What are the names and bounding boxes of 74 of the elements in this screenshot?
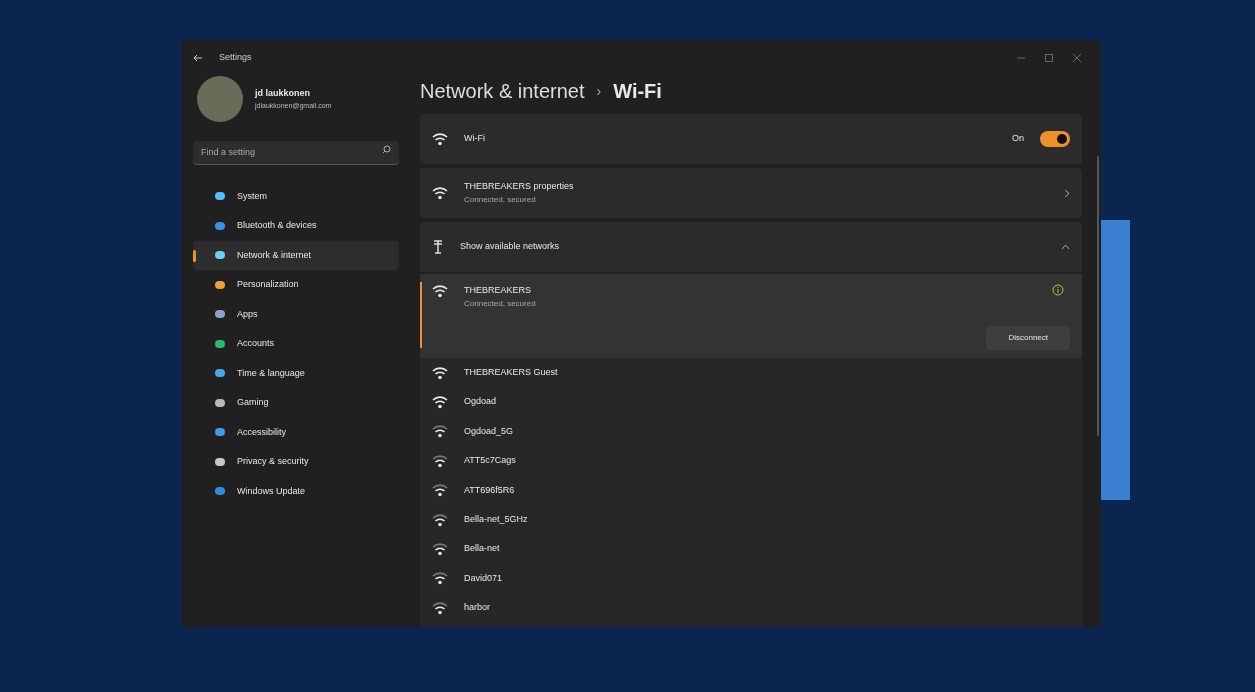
network-item[interactable]: Bella-net_5GHz xyxy=(420,504,1082,535)
wifi-signal-icon xyxy=(432,424,448,439)
network-item[interactable]: David071 xyxy=(420,563,1082,594)
network-item[interactable]: harbor xyxy=(420,593,1082,623)
wifi-label: Wi-Fi xyxy=(464,132,485,146)
properties-title: THEBREAKERS properties xyxy=(464,180,574,194)
info-icon[interactable] xyxy=(1052,284,1064,296)
wifi-signal-icon xyxy=(432,186,448,200)
properties-subtitle: Connected, secured xyxy=(464,193,537,206)
category-icon xyxy=(215,428,225,437)
selection-indicator xyxy=(193,249,196,262)
category-icon xyxy=(215,221,225,230)
category-icon xyxy=(215,369,225,378)
wifi-signal-icon xyxy=(432,512,448,527)
sidebar-item[interactable]: Apps xyxy=(193,299,399,329)
available-networks-label: Show available networks xyxy=(460,240,560,254)
category-icon xyxy=(215,398,225,407)
page-title: Wi-Fi xyxy=(613,79,662,104)
selection-indicator xyxy=(420,282,422,348)
sidebar-item[interactable]: Windows Update xyxy=(193,476,399,506)
wifi-signal-icon xyxy=(432,284,448,298)
scrollbar[interactable] xyxy=(1097,156,1099,436)
sidebar-item[interactable]: Time & language xyxy=(193,358,399,388)
wifi-signal-icon xyxy=(432,395,448,410)
close-icon[interactable] xyxy=(1073,54,1081,62)
search-icon xyxy=(382,145,391,154)
category-icon xyxy=(215,339,225,348)
user-name: jd laukkonen xyxy=(255,87,311,100)
sidebar-item[interactable]: Bluetooth & devices xyxy=(193,211,399,241)
maximize-icon[interactable] xyxy=(1045,54,1053,62)
network-name: THEBREAKERS xyxy=(464,284,533,297)
category-icon xyxy=(215,192,225,201)
chevron-right-icon xyxy=(1064,188,1070,198)
category-icon xyxy=(215,280,225,289)
available-networks-header[interactable]: Show available networks xyxy=(420,222,1082,272)
antenna-icon xyxy=(432,240,444,254)
wifi-signal-icon xyxy=(432,365,448,380)
connected-network-item[interactable]: THEBREAKERS Connected, secured Disconnect xyxy=(420,274,1082,358)
breadcrumb-separator: › xyxy=(596,81,602,101)
chevron-up-icon xyxy=(1061,244,1070,250)
network-item[interactable]: ATT5c7Cags xyxy=(420,446,1082,476)
network-item[interactable]: Ogdoad_5G xyxy=(420,416,1082,447)
category-icon xyxy=(215,487,225,496)
disconnect-button[interactable]: Disconnect xyxy=(986,325,1070,350)
wifi-icon xyxy=(432,132,448,146)
search-field[interactable]: Find a setting xyxy=(193,140,399,165)
window-title: Settings xyxy=(219,51,252,65)
minimize-icon[interactable] xyxy=(1017,54,1025,62)
category-icon xyxy=(215,251,225,260)
network-item[interactable]: Ogdoad xyxy=(420,387,1082,417)
wifi-toggle[interactable] xyxy=(1040,131,1070,147)
toggle-state-label: On xyxy=(1012,132,1024,146)
network-item[interactable]: Bella-net xyxy=(420,534,1082,564)
wifi-signal-icon xyxy=(432,600,448,615)
avatar-placeholder xyxy=(197,76,243,122)
wifi-signal-icon xyxy=(432,571,448,586)
category-icon xyxy=(215,310,225,319)
wifi-signal-icon xyxy=(432,453,448,468)
category-icon xyxy=(215,457,225,466)
sidebar-item[interactable]: Gaming xyxy=(193,388,399,418)
properties-card[interactable]: THEBREAKERS properties Connected, secured xyxy=(420,168,1082,218)
breadcrumb-parent[interactable]: Network & internet xyxy=(420,76,585,106)
sidebar-item[interactable]: Personalization xyxy=(193,270,399,300)
back-arrow-icon[interactable] xyxy=(193,54,203,62)
sidebar-item[interactable]: Network & internet xyxy=(193,240,399,270)
sidebar-item[interactable]: Accounts xyxy=(193,329,399,359)
network-item[interactable]: ATT696f5R6 xyxy=(420,475,1082,505)
wifi-signal-icon xyxy=(432,542,448,557)
sidebar-item[interactable]: Privacy & security xyxy=(193,447,399,477)
sidebar-item[interactable]: System xyxy=(193,181,399,211)
sidebar-item[interactable]: Accessibility xyxy=(193,417,399,447)
network-item[interactable]: THEBREAKERS Guest xyxy=(420,358,1082,388)
wifi-signal-icon xyxy=(432,483,448,498)
network-status: Connected, secured xyxy=(464,297,536,310)
